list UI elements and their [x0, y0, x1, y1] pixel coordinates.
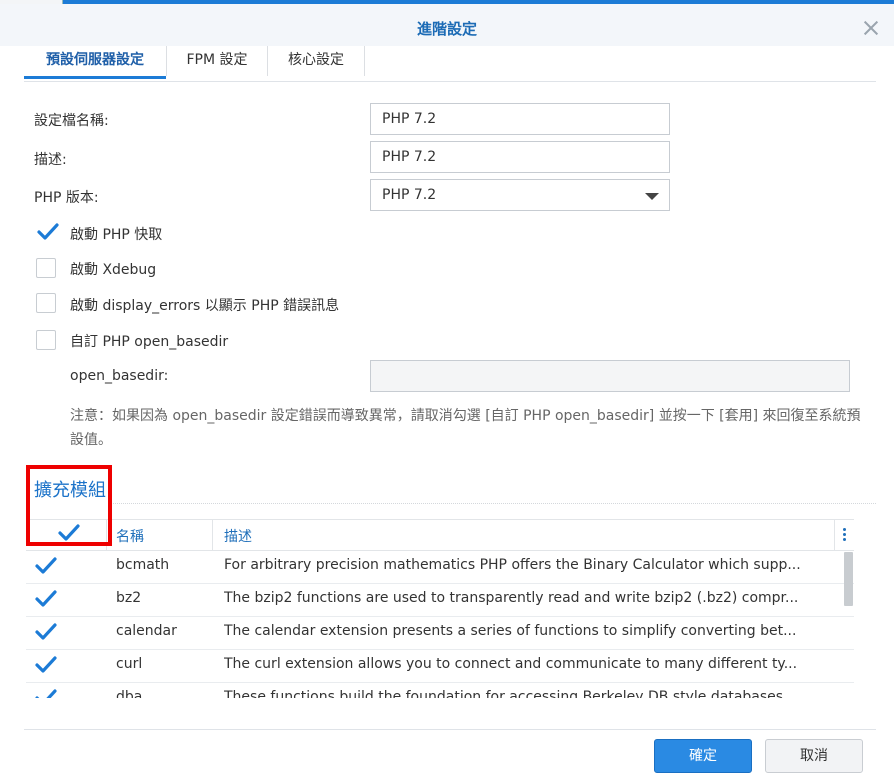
extension-description: The curl extension allows you to connect… [224, 656, 798, 672]
table-row[interactable]: curl The curl extension allows you to co… [26, 649, 854, 683]
extensions-grid-body: bcmath For arbitrary precision mathemati… [26, 550, 854, 698]
checkmark-icon [35, 689, 57, 698]
php-version-label: PHP 版本: [34, 190, 99, 206]
enable-xdebug-label: 啟動 Xdebug [70, 262, 157, 278]
extension-description: These functions build the foundation for… [224, 689, 797, 698]
column-menu-icon[interactable] [842, 528, 848, 542]
ok-button[interactable]: 確定 [654, 739, 752, 773]
enable-xdebug-checkbox[interactable] [36, 258, 56, 278]
footer-divider [24, 729, 876, 730]
column-separator [212, 520, 213, 550]
row-checkbox[interactable] [34, 655, 57, 675]
row-checkbox[interactable] [34, 556, 57, 576]
extension-name: bcmath [116, 557, 170, 573]
column-header-description[interactable]: 描述 [224, 526, 252, 546]
column-header-name[interactable]: 名稱 [116, 526, 144, 546]
dialog-title: 進階設定 [416, 20, 477, 38]
tab-separator [364, 46, 365, 76]
table-row[interactable]: calendar The calendar extension presents… [26, 616, 854, 650]
extensions-grid-header: 名稱 描述 [26, 519, 854, 551]
row-checkbox[interactable] [34, 622, 57, 642]
table-row[interactable]: bcmath For arbitrary precision mathemati… [26, 550, 854, 584]
open-basedir-field[interactable] [370, 360, 850, 392]
php-version-select[interactable]: PHP 7.2 [370, 179, 670, 211]
php-version-value: PHP 7.2 [382, 187, 437, 203]
extension-name: calendar [116, 623, 177, 639]
description-label: 描述: [34, 152, 67, 168]
checkmark-icon [35, 623, 57, 640]
cancel-button[interactable]: 取消 [765, 739, 863, 773]
select-all-checkbox[interactable] [57, 523, 80, 543]
tab-core-settings[interactable]: 核心設定 [268, 46, 364, 76]
checkmark-icon [35, 557, 57, 574]
column-separator [834, 520, 835, 550]
open-basedir-label: open_basedir: [70, 368, 169, 384]
profile-name-field[interactable]: PHP 7.2 [370, 103, 670, 135]
extension-description: The calendar extension presents a series… [224, 623, 797, 639]
chevron-down-icon [645, 193, 659, 200]
checkmark-icon [58, 524, 80, 541]
enable-display-errors-label: 啟動 display_errors 以顯示 PHP 錯誤訊息 [70, 298, 340, 314]
extension-name: bz2 [116, 590, 142, 606]
column-separator [106, 520, 107, 550]
table-row[interactable]: dba These functions build the foundation… [26, 682, 854, 698]
table-row[interactable]: bz2 The bzip2 functions are used to tran… [26, 583, 854, 617]
grid-scrollbar[interactable] [844, 552, 853, 606]
tab-divider [24, 81, 876, 82]
profile-name-label: 設定檔名稱: [34, 113, 109, 129]
checkmark-icon [37, 223, 59, 240]
open-basedir-note: 注意：如果因為 open_basedir 設定錯誤而導致異常，請取消勾選 [自訂… [70, 408, 861, 448]
row-checkbox[interactable] [34, 589, 57, 609]
section-divider [110, 503, 876, 504]
description-field[interactable]: PHP 7.2 [370, 141, 670, 173]
dialog-titlebar: 進階設定 [0, 4, 894, 46]
enable-php-cache-checkbox[interactable] [36, 222, 59, 242]
tab-default-server-settings[interactable]: 預設伺服器設定 [24, 46, 166, 79]
extension-description: The bzip2 functions are used to transpar… [224, 590, 799, 606]
custom-open-basedir-checkbox[interactable] [36, 330, 56, 350]
enable-display-errors-checkbox[interactable] [36, 293, 56, 313]
extension-name: dba [116, 689, 143, 698]
row-checkbox[interactable] [34, 688, 57, 698]
close-icon[interactable] [860, 18, 882, 40]
tab-fpm-settings[interactable]: FPM 設定 [167, 46, 267, 76]
enable-php-cache-label: 啟動 PHP 快取 [70, 227, 163, 243]
custom-open-basedir-label: 自訂 PHP open_basedir [70, 334, 229, 350]
checkmark-icon [35, 656, 57, 673]
extensions-section-title: 擴充模組 [34, 480, 106, 501]
checkmark-icon [35, 590, 57, 607]
extension-name: curl [116, 656, 143, 672]
extension-description: For arbitrary precision mathematics PHP … [224, 557, 801, 573]
